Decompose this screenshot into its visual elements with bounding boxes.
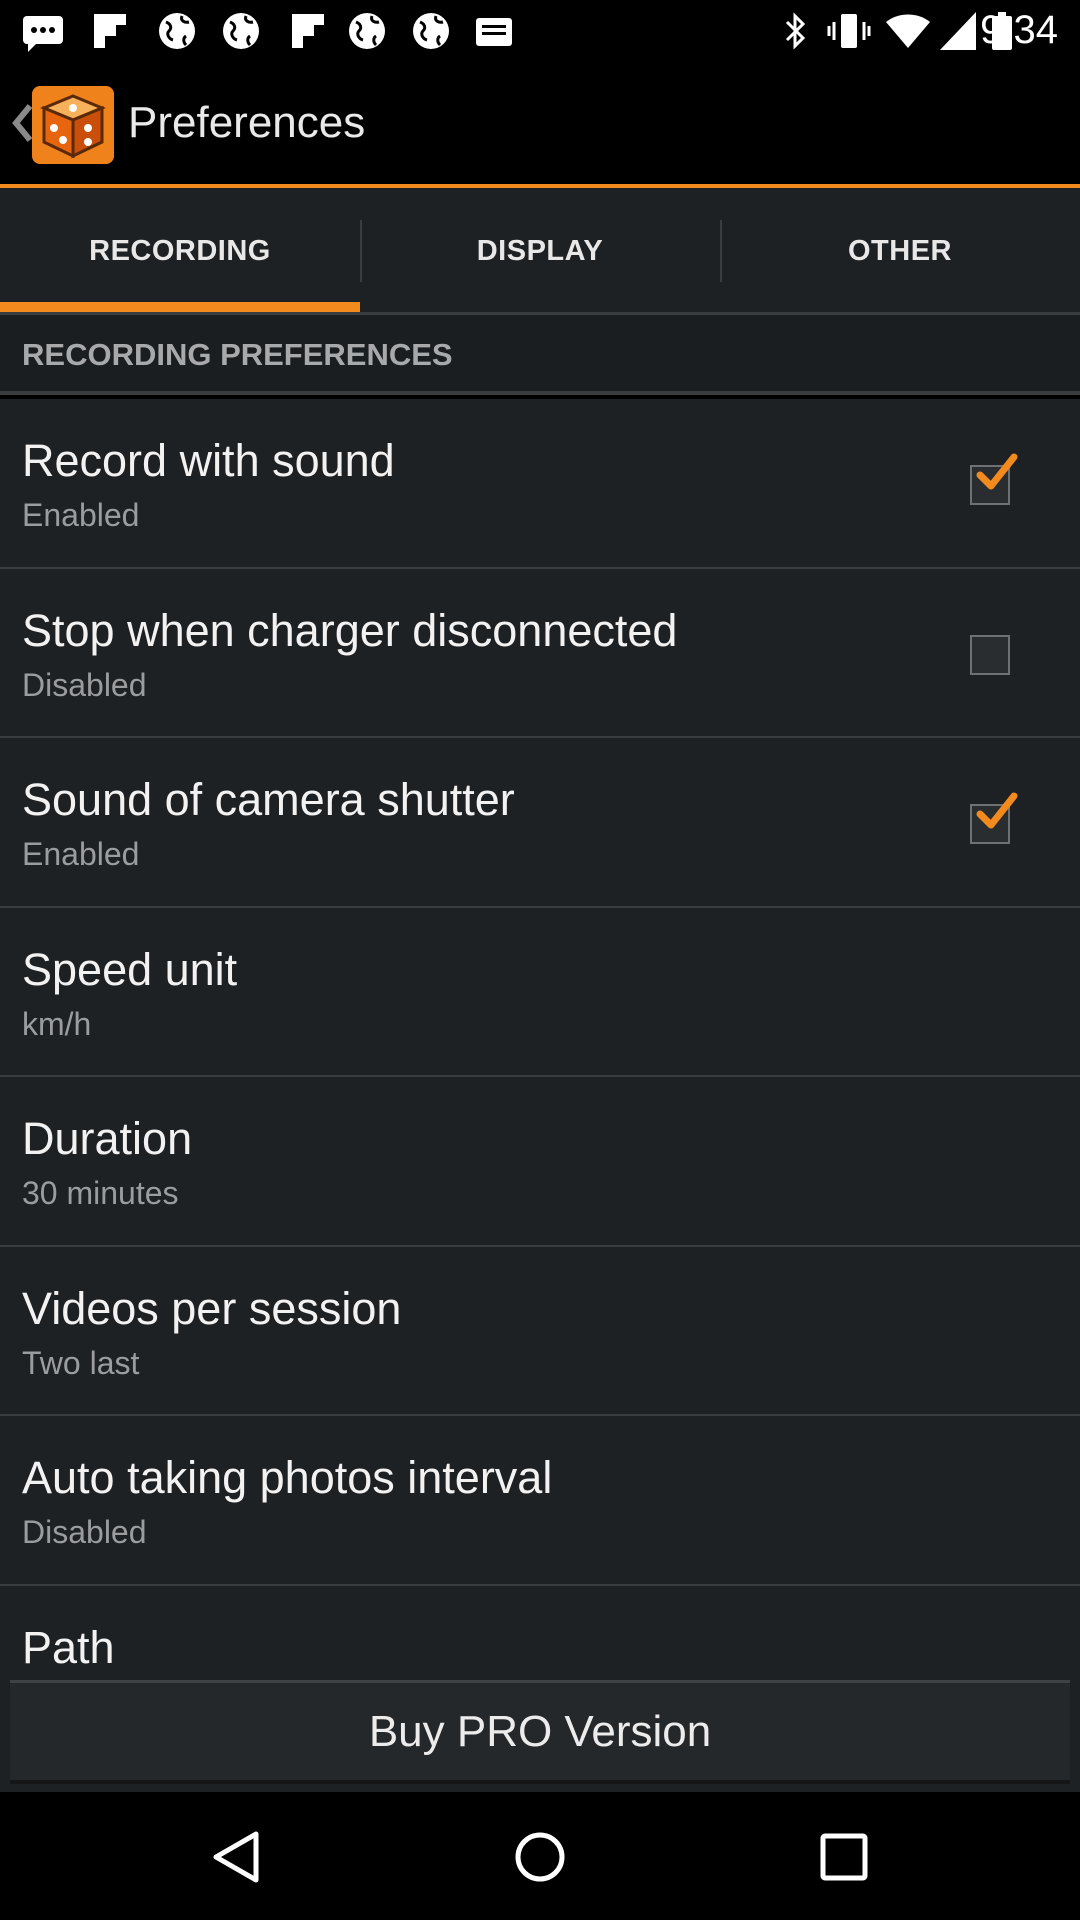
pref-path[interactable]: Path [0,1586,1080,1681]
pref-summary: Two last [22,1344,140,1381]
checkmark-icon [976,453,1018,490]
tab-bar: RECORDING DISPLAY OTHER [0,188,1080,314]
pref-summary: Disabled [22,666,147,703]
dice-app-icon[interactable] [30,84,116,166]
navigation-bar [0,1792,1080,1920]
tab-other[interactable]: OTHER [720,188,1080,314]
home-circle-icon[interactable] [514,1830,566,1884]
signal-icon [940,12,976,50]
globe-icon [413,13,449,49]
pref-title: Duration [22,1113,193,1164]
pref-title: Auto taking photos interval [22,1452,553,1503]
pref-videos-per-session[interactable]: Videos per session Two last [0,1247,1080,1416]
pref-title: Speed unit [22,943,238,995]
flipboard-icon [94,14,126,48]
flipboard-icon [292,14,324,48]
buy-pro-button[interactable]: Buy PRO Version [10,1680,1070,1784]
stop-when-charger-disconnected-checkbox[interactable] [970,634,1010,675]
pref-summary: 30 minutes [22,1175,179,1211]
pref-title: Stop when charger disconnected [22,604,678,656]
status-time: 9:34 [980,8,1058,52]
tab-display[interactable]: DISPLAY [360,188,720,314]
recents-square-icon[interactable] [818,1830,870,1884]
pref-speed-unit[interactable]: Speed unit km/h [0,908,1080,1077]
section-header: RECORDING PREFERENCES [0,315,1080,395]
buy-bar: Buy PRO Version [0,1680,1080,1792]
vibrate-icon [827,14,871,48]
section-title: RECORDING PREFERENCES [22,337,453,372]
pref-record-with-sound[interactable]: Record with sound Enabled [0,399,1080,569]
pref-auto-taking-photos-interval[interactable]: Auto taking photos interval Disabled [0,1416,1080,1586]
pref-title: Record with sound [22,435,395,486]
back-triangle-icon[interactable] [210,1830,262,1884]
chat-icon [23,16,63,52]
checkmark-icon [976,792,1018,829]
preference-list[interactable]: Record with sound Enabled Stop when char… [0,399,1080,1680]
bluetooth-icon [785,12,806,50]
message-icon [476,18,512,46]
pref-summary: Disabled [22,1514,147,1550]
pref-summary: Enabled [22,836,140,872]
status-bar: 9:34 [0,0,1080,62]
globe-icon [223,13,259,49]
globe-icon [349,13,385,49]
pref-title: Sound of camera shutter [22,774,515,825]
record-with-sound-checkbox[interactable] [970,453,1018,505]
pref-duration[interactable]: Duration 30 minutes [0,1077,1080,1247]
pref-title: Videos per session [22,1282,402,1334]
pref-summary: km/h [22,1005,92,1042]
globe-icon [159,13,195,49]
wifi-icon [886,14,930,48]
pref-summary: Enabled [22,497,140,533]
action-bar: Preferences [0,62,1080,186]
pref-sound-of-camera-shutter[interactable]: Sound of camera shutter Enabled [0,738,1080,908]
pref-title: Path [22,1621,115,1673]
pref-stop-when-charger-disconnected[interactable]: Stop when charger disconnected Disabled [0,569,1080,738]
tab-recording[interactable]: RECORDING [0,188,360,314]
sound-of-camera-shutter-checkbox[interactable] [970,792,1018,844]
page-title: Preferences [128,98,366,147]
